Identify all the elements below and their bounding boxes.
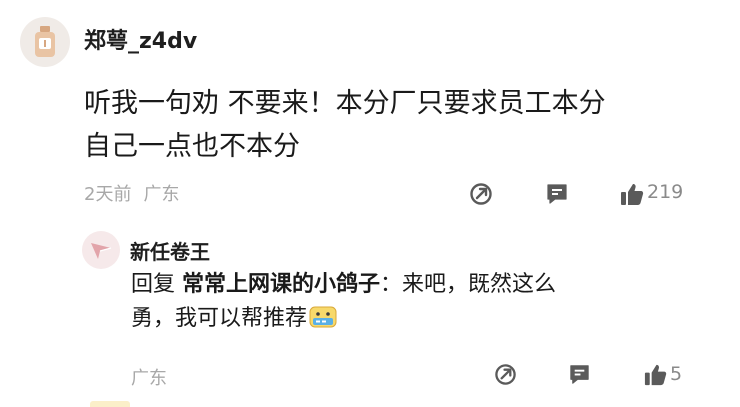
reply-username[interactable]: 新任卷王: [130, 236, 210, 265]
comment-text-line: 听我一句劝 不要来！本分厂只要求员工本分: [84, 88, 606, 119]
paper-plane-icon: [91, 243, 112, 259]
emoji-sticker-icon: [309, 305, 337, 328]
thumbs-up-icon[interactable]: [643, 362, 668, 387]
reply-location: 广东: [131, 368, 167, 389]
comment-icon[interactable]: [545, 182, 569, 206]
next-comment-peek: [90, 401, 130, 407]
like-count: 219: [647, 181, 684, 203]
comment-location: 广东: [143, 184, 180, 205]
reply-avatar[interactable]: [82, 231, 120, 269]
like-count: 5: [670, 363, 683, 385]
reply-colon: ：: [380, 272, 403, 297]
share-icon[interactable]: [469, 182, 493, 206]
comment-text-line: 自己一点也不本分: [84, 131, 300, 162]
bottle-icon: [35, 26, 55, 57]
reply-text: 回复 常常上网课的小鸽子：来吧，既然这么 勇，我可以帮推荐: [131, 268, 651, 336]
comment-text: 听我一句劝 不要来！本分厂只要求员工本分 自己一点也不本分: [84, 82, 704, 168]
comment-username[interactable]: 郑萼_z4dv: [84, 23, 197, 55]
reply-text-part: 勇，我可以帮推荐: [131, 306, 308, 331]
thumbs-up-icon[interactable]: [619, 181, 645, 207]
reply-prefix: 回复: [131, 272, 176, 297]
mention-link[interactable]: 常常上网课的小鸽子: [182, 272, 380, 297]
comment-meta: 2天前 广东: [84, 180, 179, 206]
reply-text-part: 来吧，既然这么: [402, 272, 557, 297]
share-icon[interactable]: [494, 363, 517, 386]
comment-icon[interactable]: [568, 363, 591, 386]
comment-time: 2天前: [84, 184, 132, 205]
avatar[interactable]: [20, 17, 70, 67]
